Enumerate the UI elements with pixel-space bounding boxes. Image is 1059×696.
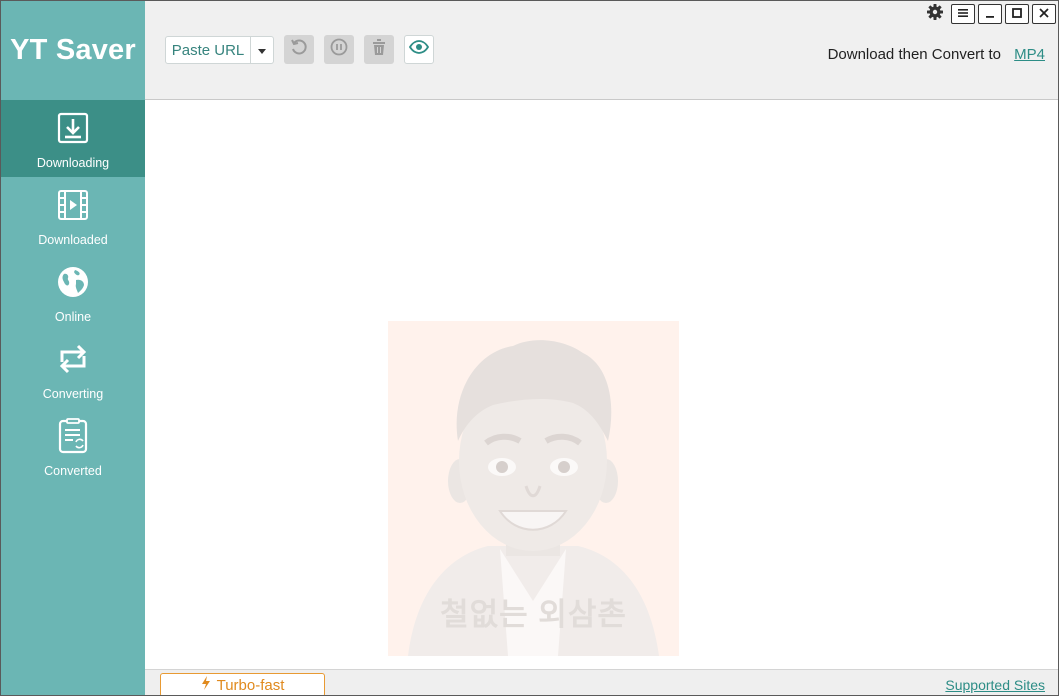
sidebar-item-downloaded[interactable]: Downloaded — [1, 177, 145, 254]
convert-format-link[interactable]: MP4 — [1014, 46, 1045, 63]
caret-down-icon — [258, 41, 266, 59]
minimize-icon — [984, 5, 996, 23]
gear-icon — [927, 3, 943, 25]
paste-url-button[interactable]: Paste URL — [165, 36, 251, 64]
globe-icon — [55, 264, 91, 300]
sidebar-item-label: Converted — [44, 464, 102, 478]
converted-file-icon — [55, 418, 91, 454]
pause-icon — [330, 38, 348, 61]
maximize-icon — [1011, 5, 1023, 23]
lightning-icon — [201, 676, 211, 694]
maximize-button[interactable] — [1005, 4, 1029, 24]
sidebar-item-label: Downloading — [36, 156, 110, 170]
window-controls — [924, 3, 1058, 25]
sidebar-item-converting[interactable]: Converting — [1, 331, 145, 408]
convert-arrows-icon — [55, 341, 91, 377]
app-window: YT Saver Downloading Downloaded Online C… — [0, 0, 1059, 696]
retry-icon — [290, 38, 308, 61]
trash-icon — [371, 38, 387, 61]
sidebar-item-converted[interactable]: Converted — [1, 408, 145, 485]
turbo-fast-label: Turbo-fast — [216, 676, 285, 694]
app-title: YT Saver — [10, 34, 136, 66]
toolbar: Paste URL Download then Convert to MP4 — [145, 1, 1058, 100]
close-icon — [1038, 5, 1050, 23]
settings-button[interactable] — [924, 3, 946, 25]
download-icon — [55, 110, 91, 146]
turbo-fast-button[interactable]: Turbo-fast — [160, 673, 325, 695]
sidebar-item-label: Online — [54, 310, 92, 324]
supported-sites-link[interactable]: Supported Sites — [945, 677, 1045, 693]
paste-url-dropdown[interactable] — [251, 36, 274, 64]
menu-button[interactable] — [951, 4, 975, 24]
minimize-button[interactable] — [978, 4, 1002, 24]
watermark-text: 철없는 외삼촌 — [440, 597, 627, 632]
film-icon — [55, 187, 91, 223]
pause-button[interactable] — [324, 35, 354, 64]
menu-icon — [957, 5, 969, 23]
sidebar-item-downloading[interactable]: Downloading — [1, 100, 145, 177]
empty-state-illustration: 철없는 외삼촌 — [388, 321, 679, 656]
delete-button[interactable] — [364, 35, 394, 64]
download-list-area: 철없는 외삼촌 — [145, 101, 1058, 669]
preview-button[interactable] — [404, 35, 434, 64]
retry-button[interactable] — [284, 35, 314, 64]
sidebar-item-online[interactable]: Online — [1, 254, 145, 331]
sidebar: YT Saver Downloading Downloaded Online C… — [1, 1, 145, 695]
convert-label: Download then Convert to — [827, 46, 1001, 63]
sidebar-item-label: Downloaded — [38, 233, 108, 247]
close-button[interactable] — [1032, 4, 1056, 24]
sidebar-item-label: Converting — [42, 387, 104, 401]
eye-icon — [408, 40, 430, 59]
status-bar: Turbo-fast Supported Sites — [145, 669, 1058, 695]
